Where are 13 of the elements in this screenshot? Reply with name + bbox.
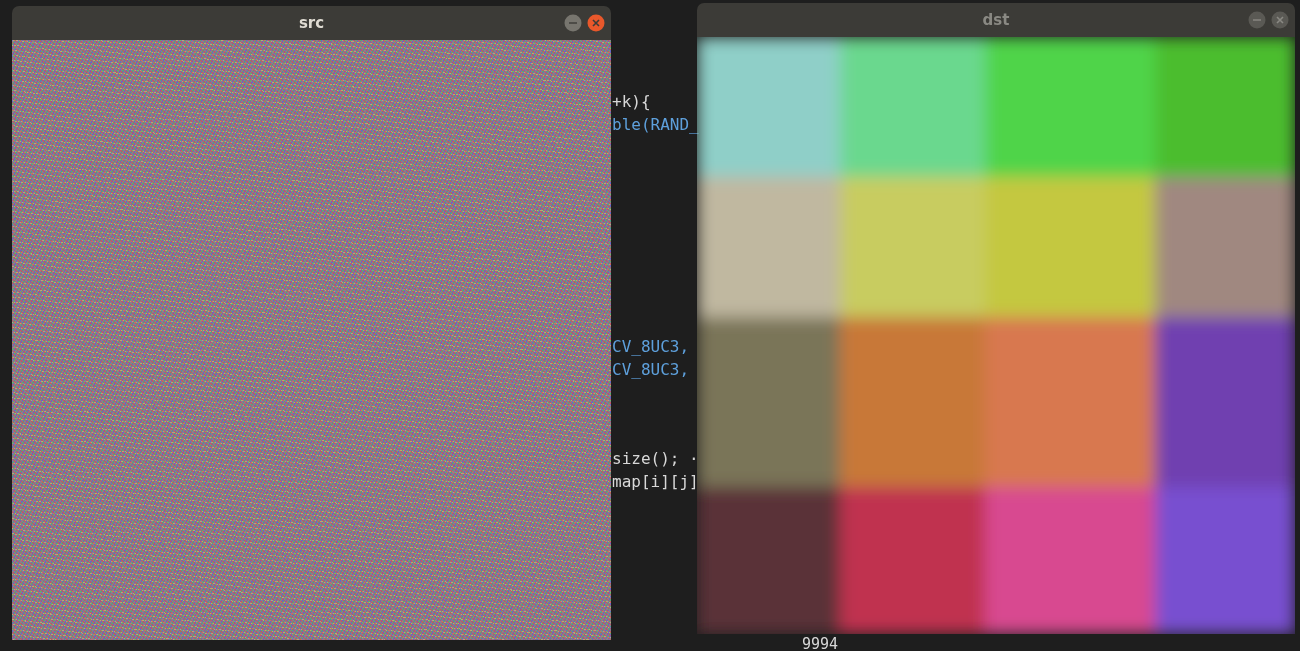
code-line: CV_8UC3, [612,336,691,358]
minimize-button[interactable] [1248,11,1266,29]
code-line: ble(RAND_ [612,114,699,136]
minimize-button[interactable] [564,14,582,32]
code-line: size(); · [612,448,699,470]
window-title: dst [982,11,1010,29]
close-button[interactable] [587,14,605,32]
code-line: map[i][j] [612,471,699,493]
close-button[interactable] [1271,11,1289,29]
code-line: CV_8UC3, [612,359,691,381]
window-title: src [298,14,325,32]
console-output: 9994 [802,636,839,651]
code-line: +k){ [612,91,652,113]
